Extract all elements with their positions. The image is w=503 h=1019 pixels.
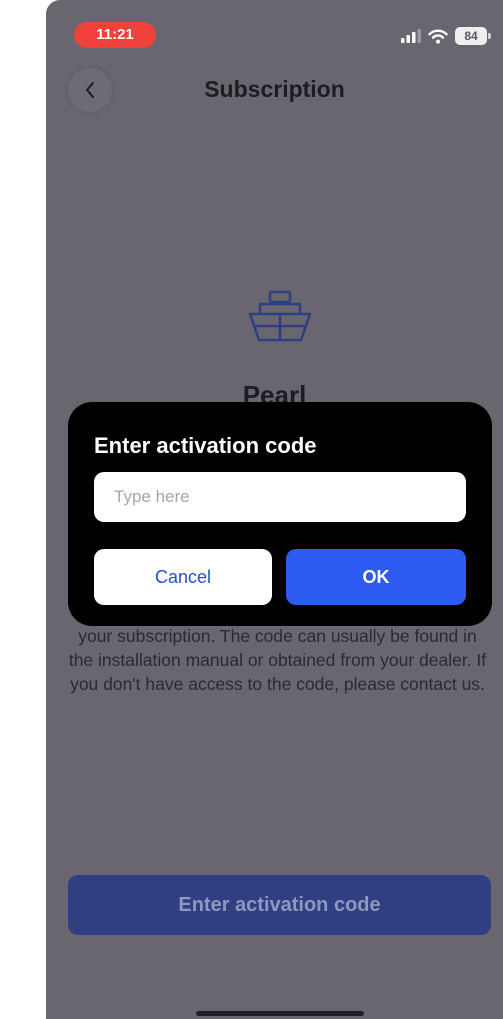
- page-title: Subscription: [204, 76, 345, 102]
- subscription-description: your subscription. The code can usually …: [68, 626, 487, 694]
- dialog-title: Enter activation code: [94, 433, 317, 458]
- home-indicator[interactable]: [196, 1011, 364, 1016]
- ship-icon: [248, 290, 312, 342]
- enter-activation-code-button[interactable]: Enter activation code: [68, 875, 491, 935]
- status-icons: 84: [401, 26, 491, 46]
- status-time: 11:21: [74, 22, 156, 48]
- signal-icon: [401, 29, 421, 43]
- ok-button[interactable]: OK: [286, 549, 466, 605]
- cancel-button[interactable]: Cancel: [94, 549, 272, 605]
- battery-icon: 84: [455, 27, 491, 45]
- activation-code-input[interactable]: [94, 472, 466, 522]
- phone-screen: 11:21 84 Subscription Pearl your subscri…: [46, 0, 503, 1019]
- wifi-icon: [428, 29, 448, 44]
- activation-dialog: Enter activation code Cancel OK: [68, 402, 492, 626]
